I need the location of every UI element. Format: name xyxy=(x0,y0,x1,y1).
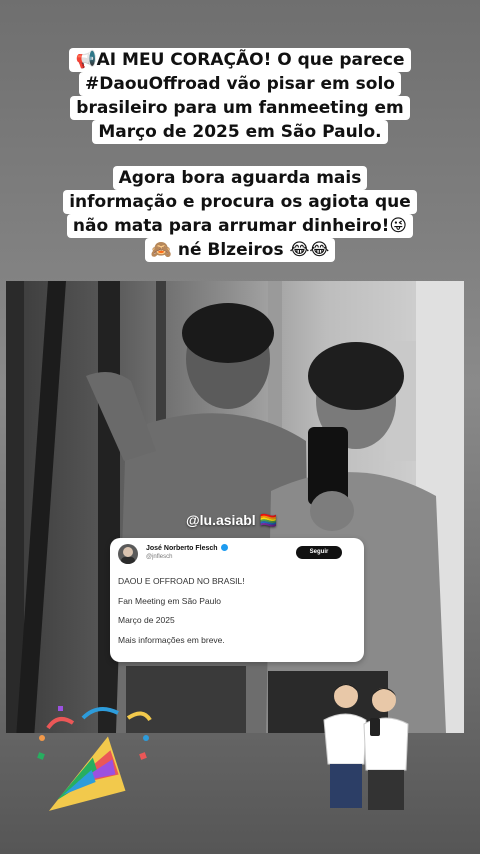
verified-badge-icon xyxy=(220,544,228,551)
story-caption-part-1: 📢AI MEU CORAÇÃO! O que parece #DaouOffro… xyxy=(0,48,480,144)
story-caption-part-2: Agora bora aguarda mais informação e pro… xyxy=(0,166,480,262)
avatar-image xyxy=(121,547,135,564)
tweet-line: DAOU E OFFROAD NO BRASIL! xyxy=(118,576,245,586)
tweet-body: DAOU E OFFROAD NO BRASIL! Fan Meeting em… xyxy=(118,574,245,652)
caption-line: informação e procura os agiota que xyxy=(63,190,417,214)
tweet-line: Mais informações em breve. xyxy=(118,634,225,645)
tweet-author-handle[interactable]: @jnflesch xyxy=(146,554,172,560)
avatar[interactable] xyxy=(118,544,138,564)
caption-line: Março de 2025 em São Paulo. xyxy=(92,120,388,144)
caption-line: não mata para arrumar dinheiro!😜 xyxy=(66,214,414,238)
tweet-line: Fan Meeting em São Paulo xyxy=(118,595,222,606)
tweet-author-name[interactable]: José Norberto Flesch xyxy=(146,544,228,552)
caption-line: 📢AI MEU CORAÇÃO! O que parece xyxy=(69,48,411,72)
party-popper-sticker xyxy=(37,706,152,811)
caption-line: Agora bora aguarda mais xyxy=(112,166,368,190)
author-name-text: José Norberto Flesch xyxy=(146,545,218,552)
watermark: @lu.asiabl 🏳️‍🌈 xyxy=(186,512,277,528)
tweet-line: Março de 2025 xyxy=(118,615,175,625)
mirror-selfie-photo xyxy=(6,281,464,733)
couple-illustration-sticker xyxy=(323,684,409,810)
tweet-card[interactable]: José Norberto Flesch @jnflesch Seguir DA… xyxy=(110,538,364,662)
caption-line: #DaouOffroad vão pisar em solo xyxy=(79,72,401,96)
photo-illustration xyxy=(6,281,464,733)
caption-line: brasileiro para um fanmeeting em xyxy=(70,96,410,120)
follow-button[interactable]: Seguir xyxy=(296,546,342,559)
caption-line: 🙈 né Blzeiros 😂😂 xyxy=(144,238,336,262)
